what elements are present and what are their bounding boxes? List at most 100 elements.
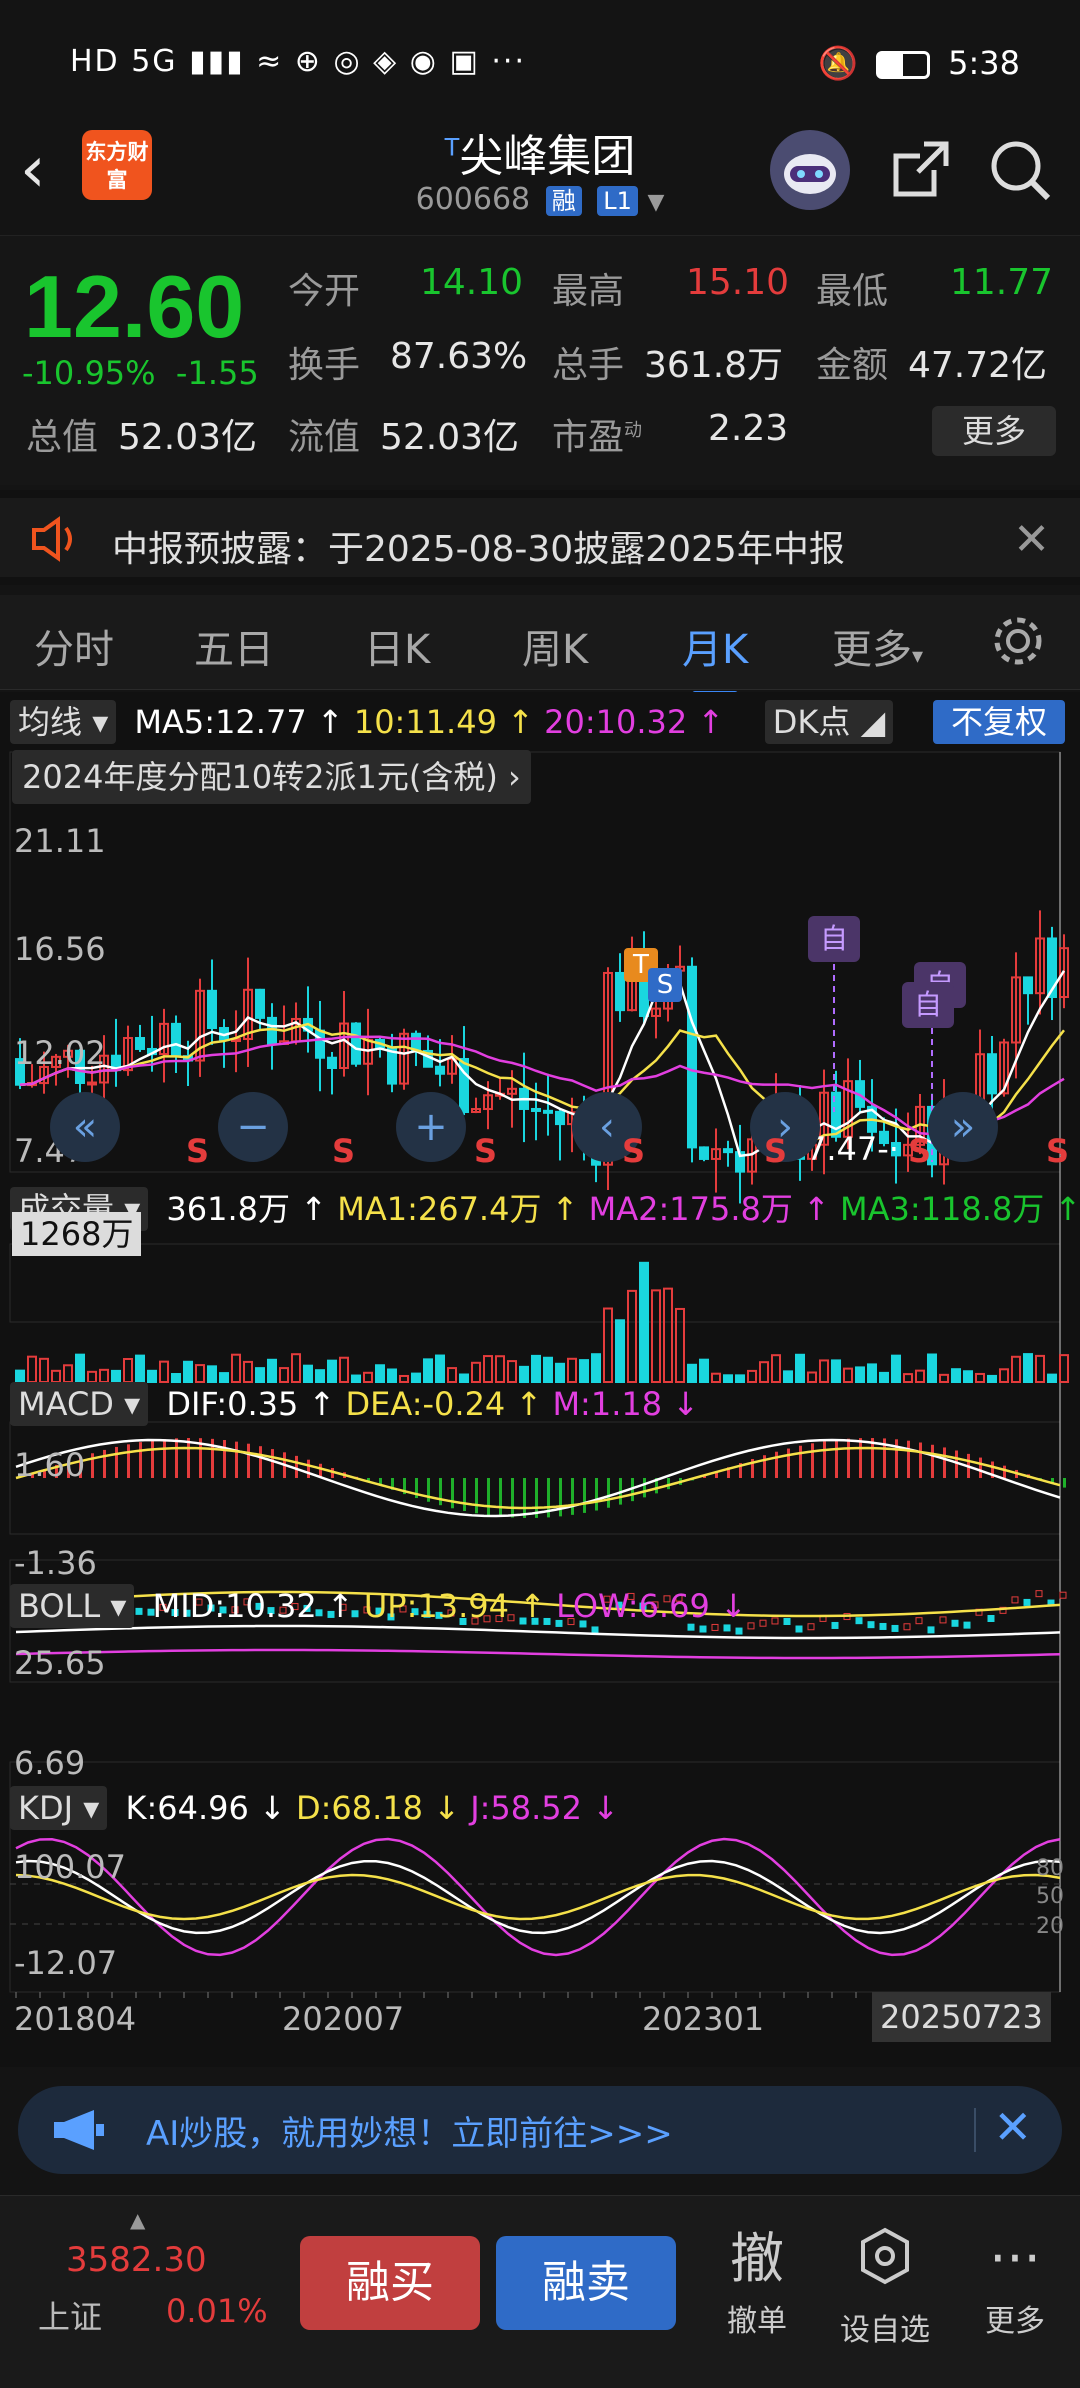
speaker-icon	[32, 516, 72, 562]
volume-bar	[879, 1371, 889, 1384]
margin-buy-button[interactable]: 融买	[300, 2236, 480, 2330]
macd-bar	[187, 1438, 190, 1478]
add-watchlist-button[interactable]: 设自选	[830, 2226, 940, 2349]
tab-weekly[interactable]: 周K	[522, 617, 588, 675]
volume-bar	[831, 1359, 841, 1384]
index-value[interactable]: 3582.30	[66, 2240, 207, 2280]
ai-promo-bar[interactable]: AI炒股，就用妙想！立即前往>>> ✕	[18, 2086, 1062, 2174]
volume-bar	[387, 1368, 397, 1384]
macd-bar	[895, 1439, 898, 1478]
dk-button[interactable]: DK点 ◢	[765, 700, 893, 744]
ma-button[interactable]: 均线 ▾	[10, 700, 117, 744]
scroll-left-fast-button[interactable]: «	[50, 1092, 120, 1162]
zoom-in-button[interactable]: +	[396, 1092, 466, 1162]
float-value-label: 流值	[288, 417, 361, 458]
no-adjust-button[interactable]: 不复权	[933, 700, 1065, 744]
more-button[interactable]: ··· 更多	[960, 2226, 1070, 2340]
boll-candle	[747, 1622, 755, 1630]
volume-bar	[555, 1362, 565, 1383]
search-icon[interactable]	[980, 130, 1060, 210]
more-quote-button[interactable]: 更多	[932, 406, 1056, 456]
tab-more[interactable]: 更多▾	[832, 617, 923, 675]
kline-chart-area[interactable]: 均线 ▾ MA5:12.77 ↑ 10:11.49 ↑ 20:10.32 ↑ D…	[0, 692, 1080, 2067]
volume-bar	[687, 1363, 697, 1384]
volume-bar	[903, 1373, 913, 1383]
candle-body	[543, 1109, 553, 1114]
candle-body	[171, 1022, 181, 1058]
boll-candle	[807, 1623, 815, 1631]
macd-bar	[259, 1446, 262, 1478]
volume-bar	[51, 1369, 61, 1384]
boll-top-label: 25.65	[14, 1644, 106, 1682]
candle-body	[435, 1065, 445, 1075]
volume-bar	[459, 1373, 469, 1384]
cancel-order-button[interactable]: 撤 撤单	[702, 2226, 812, 2340]
volume-bar	[759, 1361, 769, 1383]
volume-ma2: MA2:175.8万 ↑	[588, 1190, 830, 1228]
volume-bar	[699, 1358, 709, 1383]
chevron-up-icon[interactable]: ▲	[130, 2208, 145, 2232]
volume-bar	[339, 1356, 349, 1383]
app-screen: HD 5G ▮▮▮ ≈ ⊕ ◎ ◈ ◉ ▣ ··· 🔕 5:38 ‹ 东方财富 …	[0, 0, 1080, 2388]
zoom-out-button[interactable]: −	[218, 1092, 288, 1162]
boll-up: UP:13.94 ↑	[363, 1587, 546, 1625]
candle-body	[267, 1016, 277, 1045]
margin-tag: 融	[545, 186, 582, 216]
price-change: -10.95% -1.55	[22, 354, 259, 392]
turnover-value: 87.63%	[390, 336, 528, 377]
notice-bar[interactable]: 中报预披露：于2025-08-30披露2025年中报 ✕	[0, 490, 1080, 585]
margin-sell-button[interactable]: 融卖	[496, 2236, 676, 2330]
dividend-note[interactable]: 2024年度分配10转2派1元(含税) ›	[12, 750, 531, 804]
kline-canvas[interactable]	[0, 692, 1080, 2067]
amount-label: 金额	[816, 345, 889, 386]
more-icon: ···	[989, 2227, 1041, 2290]
ai-assistant-icon[interactable]	[770, 130, 850, 210]
candle-body	[699, 1146, 709, 1160]
macd-bar	[523, 1478, 526, 1518]
kdj-button[interactable]: KDJ ▾	[10, 1786, 108, 1830]
s-marker[interactable]: S	[648, 968, 682, 1002]
watch-marker[interactable]: 自	[902, 982, 954, 1028]
volume-bar	[303, 1364, 313, 1383]
low-value: 11.77	[950, 262, 1054, 303]
current-price: 12.60	[24, 257, 245, 356]
macd-bar	[559, 1478, 562, 1517]
macd-button[interactable]: MACD ▾	[10, 1382, 149, 1426]
ma5-value: MA5:12.77 ↑	[134, 703, 344, 741]
volume-bar	[855, 1366, 865, 1383]
macd-bar	[487, 1478, 490, 1516]
volume-bar	[507, 1360, 517, 1383]
ma-legend: 均线 ▾ MA5:12.77 ↑ 10:11.49 ↑ 20:10.32 ↑	[10, 700, 724, 746]
ma10-value: 10:11.49 ↑	[353, 703, 534, 741]
tab-daily[interactable]: 日K	[364, 617, 430, 675]
close-icon[interactable]: ✕	[1013, 514, 1050, 565]
boll-button[interactable]: BOLL ▾	[10, 1584, 135, 1628]
tab-five-day[interactable]: 五日	[194, 617, 274, 675]
volume-bar	[663, 1287, 673, 1383]
chevron-down-icon[interactable]: ▼	[647, 190, 664, 215]
boll-candle	[927, 1626, 935, 1634]
volume-bar	[531, 1354, 541, 1384]
status-right: 🔕 5:38	[818, 44, 1020, 82]
boll-candle	[939, 1616, 947, 1624]
macd-bar	[163, 1439, 166, 1478]
watch-marker[interactable]: 自	[808, 916, 860, 962]
tab-intraday[interactable]: 分时	[34, 617, 114, 675]
volume-bar	[495, 1355, 505, 1383]
volume-legend: 成交量 ▾ 361.8万 ↑ MA1:267.4万 ↑ MA2:175.8万 ↑…	[10, 1184, 1080, 1231]
close-icon[interactable]: ✕	[993, 2100, 1032, 2154]
boll-candle	[1023, 1598, 1031, 1606]
volume-bar	[819, 1359, 829, 1383]
tab-monthly[interactable]: 月K	[682, 617, 748, 697]
scroll-right-fast-button[interactable]: »	[928, 1092, 998, 1162]
cancel-label: 撤单	[727, 2304, 787, 2339]
volume-bar	[471, 1361, 481, 1384]
bottom-toolbar: ▲ 3582.30 上证 0.01% 融买 融卖 撤 撤单 设自选 ··· 更多	[0, 2195, 1080, 2388]
share-icon[interactable]	[880, 130, 960, 210]
macd-bar	[787, 1448, 790, 1478]
boll-candle	[867, 1621, 875, 1629]
open-value: 14.10	[420, 262, 524, 303]
settings-icon[interactable]	[990, 613, 1046, 673]
volume-bar	[615, 1319, 625, 1383]
battery-icon	[875, 51, 930, 79]
